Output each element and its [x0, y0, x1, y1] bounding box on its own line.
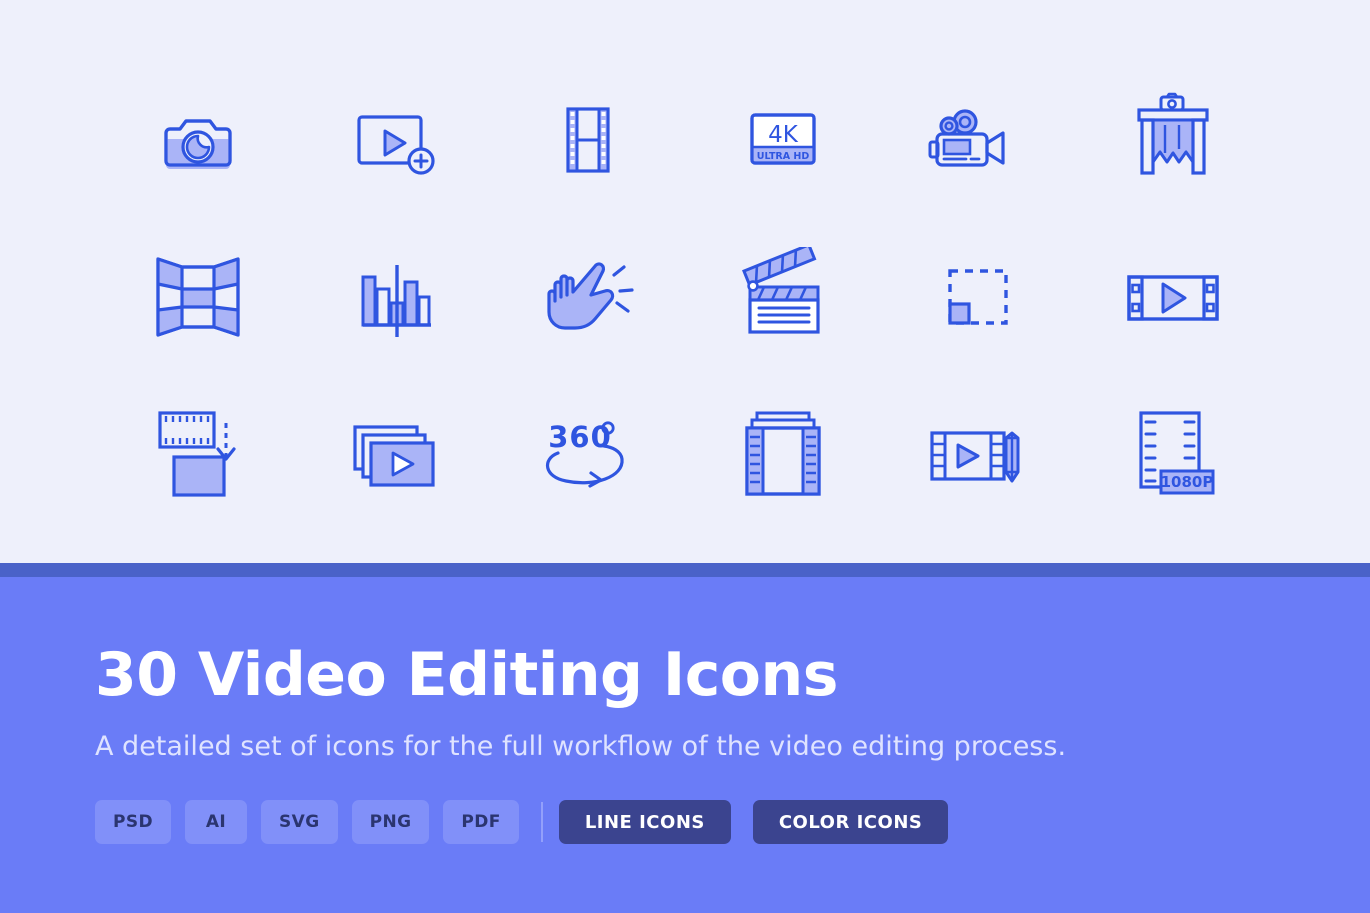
1080p-resolution-icon[interactable]: 1080P — [1075, 376, 1270, 534]
page-subtitle: A detailed set of icons for the full wor… — [95, 731, 1067, 762]
icon-showcase: 4K ULTRA HD 360 1080P — [0, 0, 1370, 563]
svg-text:1080P: 1080P — [1160, 473, 1213, 491]
panorama-grid-icon[interactable] — [100, 218, 295, 376]
format-tag-svg[interactable]: SVG — [261, 800, 338, 844]
film-play-icon[interactable] — [1075, 218, 1270, 376]
icon-grid: 4K ULTRA HD 360 1080P — [100, 60, 1270, 534]
line-icons-button[interactable]: LINE ICONS — [558, 800, 731, 844]
format-tag-ai[interactable]: AI — [185, 800, 248, 844]
page-title: 30 Video Editing Icons — [95, 640, 838, 710]
banner-actions: PSD AI SVG PNG PDF LINE ICONS COLOR ICON… — [95, 800, 1370, 844]
format-tag-psd[interactable]: PSD — [95, 800, 172, 844]
camera-icon[interactable] — [100, 60, 295, 218]
video-stack-icon[interactable] — [295, 376, 490, 534]
snap-gesture-icon[interactable] — [490, 218, 685, 376]
svg-text:4K: 4K — [768, 122, 799, 148]
format-tag-png[interactable]: PNG — [351, 800, 430, 844]
promo-banner: 30 Video Editing Icons A detailed set of… — [0, 577, 1370, 913]
4k-ultra-hd-icon[interactable]: 4K ULTRA HD — [685, 60, 880, 218]
color-icons-button[interactable]: COLOR ICONS — [752, 800, 949, 844]
movie-camera-icon[interactable] — [880, 60, 1075, 218]
icon-set-preview-page: 4K ULTRA HD 360 1080P 30 Video Editing I… — [0, 0, 1370, 913]
film-strip-vertical-icon[interactable] — [490, 60, 685, 218]
360-rotation-icon[interactable]: 360 — [490, 376, 685, 534]
section-divider — [0, 563, 1370, 577]
video-edit-icon[interactable] — [880, 376, 1075, 534]
actions-separator — [540, 802, 543, 842]
film-reel-icon[interactable] — [685, 376, 880, 534]
add-video-icon[interactable] — [295, 60, 490, 218]
crop-selection-icon[interactable] — [880, 218, 1075, 376]
export-frame-icon[interactable] — [100, 376, 295, 534]
svg-text:ULTRA HD: ULTRA HD — [756, 151, 809, 162]
audio-levels-icon[interactable] — [295, 218, 490, 376]
format-tag-pdf[interactable]: PDF — [443, 800, 519, 844]
clapperboard-icon[interactable] — [685, 218, 880, 376]
studio-backdrop-icon[interactable] — [1075, 60, 1270, 218]
